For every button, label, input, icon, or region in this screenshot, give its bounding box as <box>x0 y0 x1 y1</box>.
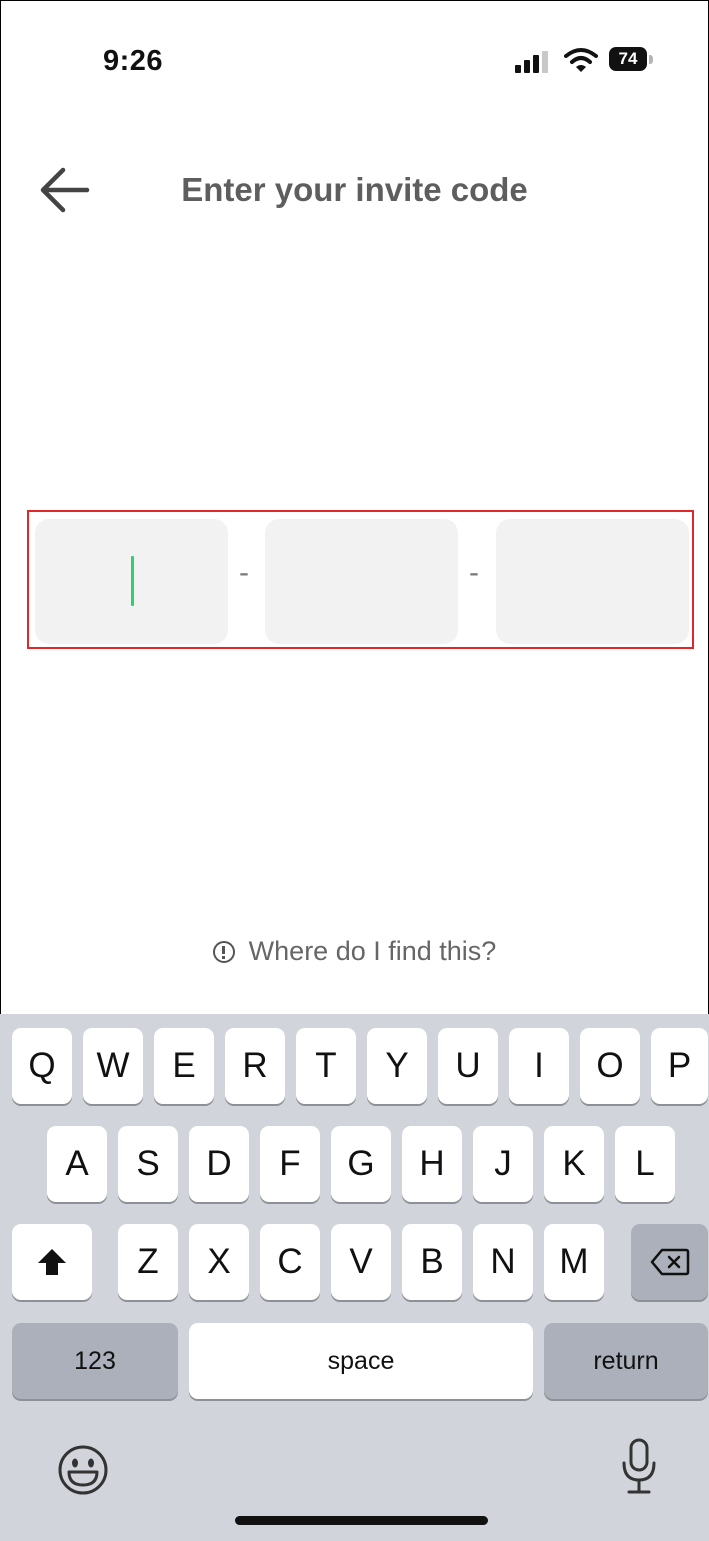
numbers-key[interactable]: 123 <box>12 1323 178 1399</box>
key-l[interactable]: L <box>615 1126 675 1202</box>
key-i[interactable]: I <box>509 1028 569 1104</box>
info-icon <box>212 941 235 963</box>
invite-code-input-group: - - <box>27 510 694 649</box>
battery-percent: 74 <box>618 49 638 68</box>
home-indicator[interactable] <box>235 1516 488 1525</box>
key-r[interactable]: R <box>225 1028 285 1104</box>
help-link-label: Where do I find this? <box>248 936 497 966</box>
code-separator: - <box>239 556 249 589</box>
code-segment-2[interactable] <box>265 519 458 644</box>
delete-key[interactable] <box>631 1224 708 1300</box>
code-separator: - <box>469 556 479 589</box>
emoji-icon[interactable] <box>57 1444 109 1496</box>
help-link[interactable]: Where do I find this? <box>1 936 708 967</box>
key-x[interactable]: X <box>189 1224 249 1300</box>
key-a[interactable]: A <box>47 1126 107 1202</box>
key-g[interactable]: G <box>331 1126 391 1202</box>
key-f[interactable]: F <box>260 1126 320 1202</box>
code-segment-3[interactable] <box>496 519 689 644</box>
space-key[interactable]: space <box>189 1323 533 1399</box>
key-q[interactable]: Q <box>12 1028 72 1104</box>
key-o[interactable]: O <box>580 1028 640 1104</box>
battery-icon: 74 <box>609 47 653 73</box>
wifi-icon <box>564 48 598 72</box>
key-y[interactable]: Y <box>367 1028 427 1104</box>
backspace-icon <box>650 1248 689 1276</box>
key-b[interactable]: B <box>402 1224 462 1300</box>
text-caret <box>131 556 134 606</box>
page-title: Enter your invite code <box>181 171 528 208</box>
shift-key[interactable] <box>12 1224 92 1300</box>
shift-arrow-icon <box>38 1249 66 1275</box>
key-s[interactable]: S <box>118 1126 178 1202</box>
key-m[interactable]: M <box>544 1224 604 1300</box>
key-u[interactable]: U <box>438 1028 498 1104</box>
key-n[interactable]: N <box>473 1224 533 1300</box>
key-c[interactable]: C <box>260 1224 320 1300</box>
key-t[interactable]: T <box>296 1028 356 1104</box>
key-e[interactable]: E <box>154 1028 214 1104</box>
cellular-signal-icon <box>515 51 551 73</box>
key-j[interactable]: J <box>473 1126 533 1202</box>
key-h[interactable]: H <box>402 1126 462 1202</box>
key-w[interactable]: W <box>83 1028 143 1104</box>
microphone-icon[interactable] <box>619 1438 659 1496</box>
key-z[interactable]: Z <box>118 1224 178 1300</box>
key-k[interactable]: K <box>544 1126 604 1202</box>
key-p[interactable]: P <box>651 1028 708 1104</box>
key-v[interactable]: V <box>331 1224 391 1300</box>
code-segment-1[interactable] <box>35 519 228 644</box>
return-key[interactable]: return <box>544 1323 708 1399</box>
key-d[interactable]: D <box>189 1126 249 1202</box>
status-time: 9:26 <box>103 45 164 77</box>
